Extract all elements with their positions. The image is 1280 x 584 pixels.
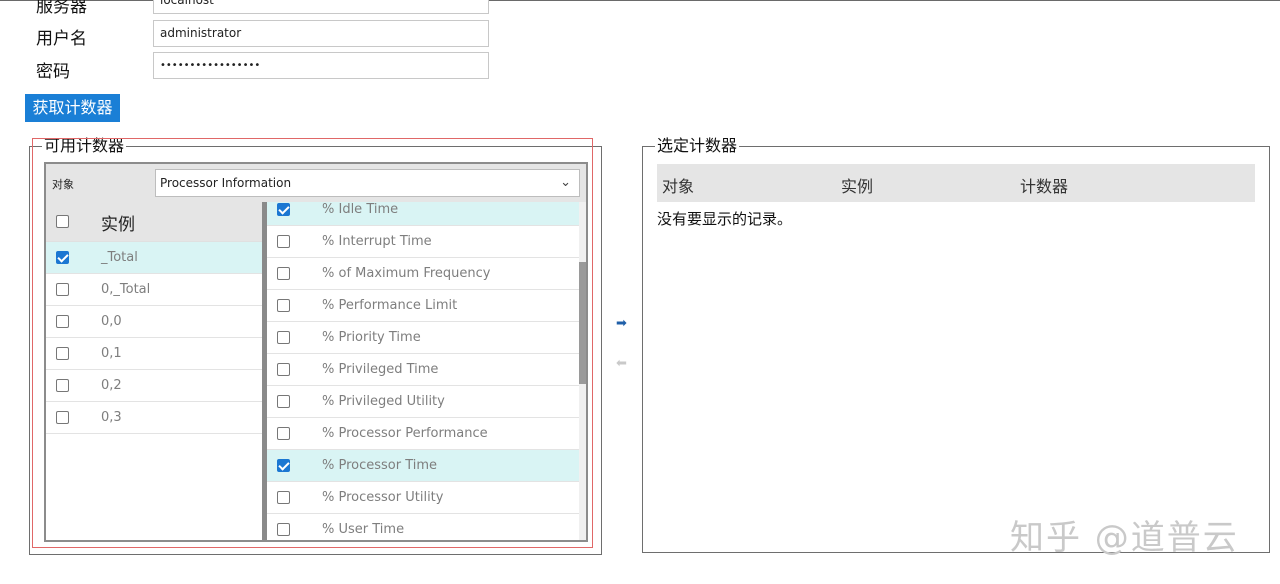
instance-row-label: 0,2 xyxy=(101,378,122,393)
column-header-object[interactable]: 对象 xyxy=(662,173,694,197)
object-select-value: Processor Information xyxy=(160,176,292,190)
counter-row-label: % Privileged Time xyxy=(322,362,439,377)
instance-row-label: 0,1 xyxy=(101,346,122,361)
counter-row-checkbox[interactable] xyxy=(277,427,290,440)
counter-row-checkbox[interactable] xyxy=(277,491,290,504)
instance-row[interactable]: 0,_Total xyxy=(46,274,262,306)
instance-header-label: 实例 xyxy=(101,215,135,235)
empty-records-message: 没有要显示的记录。 xyxy=(657,210,793,228)
select-all-instances-checkbox[interactable] xyxy=(56,215,69,228)
counter-row[interactable]: % Processor Performance xyxy=(267,418,579,450)
password-field[interactable]: ••••••••••••••••• xyxy=(153,52,489,79)
server-label: 服务器 xyxy=(36,0,87,17)
counter-row[interactable]: % Interrupt Time xyxy=(267,226,579,258)
instance-row-label: 0,3 xyxy=(101,410,122,425)
username-label: 用户名 xyxy=(36,29,87,49)
instance-row[interactable]: 0,0 xyxy=(46,306,262,338)
counter-row[interactable]: % Idle Time xyxy=(267,202,579,226)
counter-row-checkbox[interactable] xyxy=(277,523,290,536)
instance-row-label: 0,_Total xyxy=(101,282,151,297)
counter-row[interactable]: % Privileged Time xyxy=(267,354,579,386)
counter-row-label: % Idle Time xyxy=(322,202,399,217)
column-header-counter[interactable]: 计数器 xyxy=(1020,173,1068,197)
object-bar: 对象 Processor Information ⌄ xyxy=(46,164,586,202)
instance-row-checkbox[interactable] xyxy=(56,411,69,424)
counter-row[interactable]: % User Time xyxy=(267,514,579,540)
counter-row-checkbox[interactable] xyxy=(277,235,290,248)
counter-row-checkbox[interactable] xyxy=(277,363,290,376)
password-label: 密码 xyxy=(36,62,70,82)
server-field[interactable]: localhost xyxy=(153,0,489,14)
instance-row[interactable]: 0,3 xyxy=(46,402,262,434)
scrollbar-thumb[interactable] xyxy=(579,262,586,384)
counter-row-label: % User Time xyxy=(322,522,405,537)
instance-header: 实例 xyxy=(46,202,262,242)
object-label: 对象 xyxy=(52,178,74,191)
watermark: 知乎 @道普云 xyxy=(1010,518,1239,558)
counter-scrollbar[interactable] xyxy=(579,202,586,540)
counter-row[interactable]: % Performance Limit xyxy=(267,290,579,322)
counter-row[interactable]: % Processor Time xyxy=(267,450,579,482)
counter-row[interactable]: % of Maximum Frequency xyxy=(267,258,579,290)
available-counters-panel: 对象 Processor Information ⌄ 实例 _Total 0,_T… xyxy=(44,162,588,542)
instance-row-checkbox[interactable] xyxy=(56,283,69,296)
counter-row[interactable]: % Priority Time xyxy=(267,322,579,354)
counter-row-checkbox[interactable] xyxy=(277,299,290,312)
counter-row-checkbox[interactable] xyxy=(277,395,290,408)
column-header-instance[interactable]: 实例 xyxy=(841,173,873,197)
arrow-left-icon[interactable]: ⬅ xyxy=(616,357,627,370)
counter-row-label: % Privileged Utility xyxy=(322,394,445,409)
counter-row-checkbox[interactable] xyxy=(277,203,290,216)
selected-table-header: 对象 实例 计数器 xyxy=(657,164,1255,202)
counter-row-label: % Processor Performance xyxy=(322,426,488,441)
object-select[interactable]: Processor Information ⌄ xyxy=(155,169,580,197)
username-field[interactable]: administrator xyxy=(153,20,489,47)
counter-row-label: % Interrupt Time xyxy=(322,234,432,249)
chevron-down-icon[interactable]: ⌄ xyxy=(560,170,571,196)
selected-counters-legend: 选定计数器 xyxy=(657,136,738,155)
instance-row-checkbox[interactable] xyxy=(56,347,69,360)
instance-row-label: 0,0 xyxy=(101,314,122,329)
instance-row[interactable]: _Total xyxy=(46,242,262,274)
counter-list: % Idle Time % Interrupt Time % of Maximum … xyxy=(267,202,579,540)
instance-row-checkbox[interactable] xyxy=(56,315,69,328)
counter-row[interactable]: % Privileged Utility xyxy=(267,386,579,418)
counter-row-label: % of Maximum Frequency xyxy=(322,266,491,281)
fetch-counters-button[interactable]: 获取计数器 xyxy=(25,94,120,122)
instance-row[interactable]: 0,1 xyxy=(46,338,262,370)
counter-row-checkbox[interactable] xyxy=(277,267,290,280)
counter-row-label: % Priority Time xyxy=(322,330,421,345)
counter-row-label: % Processor Utility xyxy=(322,490,444,505)
counter-row-checkbox[interactable] xyxy=(277,459,290,472)
instance-row-checkbox[interactable] xyxy=(56,379,69,392)
instance-row[interactable]: 0,2 xyxy=(46,370,262,402)
counter-row[interactable]: % Processor Utility xyxy=(267,482,579,514)
counter-row-label: % Processor Time xyxy=(322,458,438,473)
instance-row-checkbox[interactable] xyxy=(56,251,69,264)
instance-row-label: _Total xyxy=(101,250,138,265)
arrow-right-icon[interactable]: ➡ xyxy=(616,317,627,330)
counter-row-label: % Performance Limit xyxy=(322,298,458,313)
counter-row-checkbox[interactable] xyxy=(277,331,290,344)
instance-list: 实例 _Total 0,_Total 0,0 0,1 0,2 0,3 xyxy=(46,202,262,540)
